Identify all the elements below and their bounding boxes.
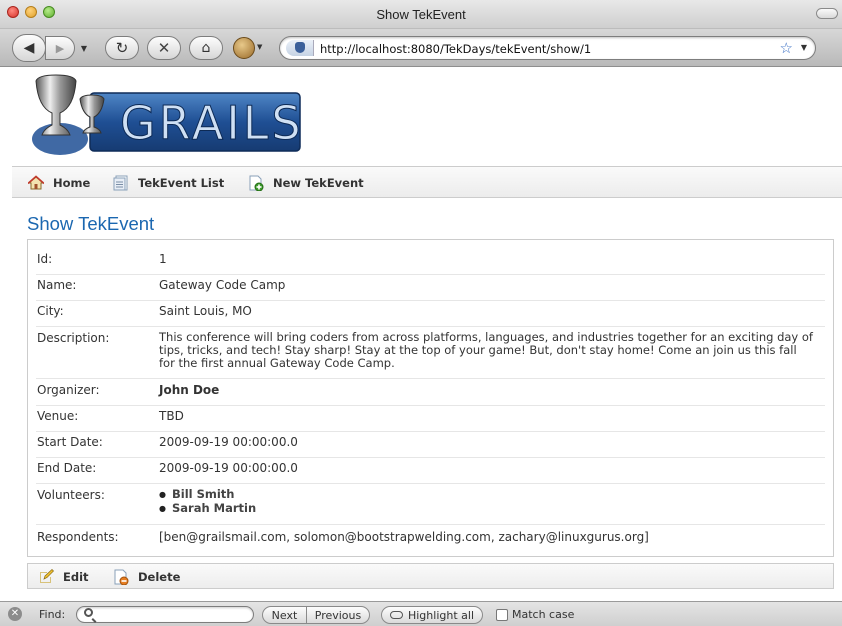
- home-button[interactable]: ⌂: [189, 36, 223, 60]
- find-label: Find:: [39, 608, 66, 621]
- organizer-link[interactable]: John Doe: [159, 383, 219, 397]
- history-dropdown[interactable]: ▼: [76, 41, 92, 55]
- find-input[interactable]: [76, 606, 254, 623]
- field-label: Name:: [37, 278, 77, 292]
- field-value: Gateway Code Camp: [159, 278, 286, 292]
- field-value: TBD: [159, 409, 184, 423]
- nav-home-link[interactable]: Home: [27, 175, 91, 191]
- highlight-all-label: Highlight all: [407, 608, 474, 622]
- list-icon: [113, 175, 129, 191]
- app-nav: Home TekEvent List New TekEvent: [12, 166, 842, 198]
- home-icon: ⌂: [201, 40, 211, 56]
- window-titlebar: Show TekEvent: [0, 0, 842, 29]
- field-label: Description:: [37, 331, 110, 345]
- nav-home-label: Home: [53, 176, 91, 190]
- find-previous-button[interactable]: Previous: [306, 606, 370, 624]
- nav-new-tekevent-link[interactable]: New TekEvent: [248, 175, 364, 192]
- edit-label: Edit: [63, 570, 89, 584]
- stop-icon: ✕: [157, 39, 171, 57]
- field-row-venue: Venue: TBD: [36, 409, 825, 432]
- field-value: [ben@grailsmail.com, solomon@bootstrapwe…: [159, 530, 649, 544]
- window-title: Show TekEvent: [376, 7, 466, 22]
- toolbar-toggle-button[interactable]: [816, 8, 838, 19]
- home-icon: [27, 175, 45, 191]
- volunteer-link[interactable]: Sarah Martin: [159, 502, 256, 516]
- svg-text:GRAILS: GRAILS: [120, 96, 302, 150]
- delete-button[interactable]: Delete: [113, 569, 181, 586]
- back-button[interactable]: ◀: [12, 34, 46, 62]
- field-value: 2009-09-19 00:00:00.0: [159, 435, 298, 449]
- stop-button[interactable]: ✕: [147, 36, 181, 60]
- field-value: 2009-09-19 00:00:00.0: [159, 461, 298, 475]
- chevron-down-icon[interactable]: ▼: [801, 43, 807, 52]
- field-label: End Date:: [37, 461, 97, 475]
- find-next-button[interactable]: Next: [262, 606, 307, 624]
- nav-tekevent-list-link[interactable]: TekEvent List: [113, 175, 224, 191]
- page-title: Show TekEvent: [27, 213, 155, 234]
- search-icon: [84, 608, 93, 617]
- field-row-organizer: Organizer: John Doe: [36, 383, 825, 406]
- new-document-icon: [248, 175, 264, 192]
- field-label: Respondents:: [37, 530, 119, 544]
- field-row-respondents: Respondents: [ben@grailsmail.com, solomo…: [36, 530, 825, 550]
- field-value: This conference will bring coders from a…: [159, 330, 813, 370]
- field-row-end-date: End Date: 2009-09-19 00:00:00.0: [36, 461, 825, 484]
- highlight-all-button[interactable]: Highlight all: [381, 606, 483, 624]
- page-content: GRAILS Home TekEvent List New TekEvent S…: [0, 68, 842, 600]
- chevron-down-icon[interactable]: ▼: [257, 43, 262, 51]
- forward-button[interactable]: ▶: [45, 36, 75, 60]
- match-case-label: Match case: [512, 608, 575, 621]
- bookmark-star-icon[interactable]: ☆: [780, 39, 793, 57]
- plugin-button[interactable]: [233, 37, 255, 59]
- back-icon: ◀: [23, 40, 35, 56]
- grails-logo: GRAILS: [32, 74, 302, 155]
- field-label: Venue:: [37, 409, 79, 423]
- field-label: Organizer:: [37, 383, 100, 397]
- volunteer-list: Bill Smith Sarah Martin: [159, 488, 256, 516]
- field-label: Id:: [37, 252, 53, 266]
- detail-panel: Id: 1 Name: Gateway Code Camp City: Sain…: [27, 239, 834, 557]
- field-value: Saint Louis, MO: [159, 304, 252, 318]
- chevron-down-icon: ▼: [80, 43, 88, 53]
- find-close-icon[interactable]: ✕: [8, 607, 22, 621]
- field-row-id: Id: 1: [36, 252, 825, 275]
- forward-icon: ▶: [55, 41, 65, 55]
- field-label: City:: [37, 304, 64, 318]
- field-row-city: City: Saint Louis, MO: [36, 304, 825, 327]
- field-label: Start Date:: [37, 435, 103, 449]
- url-text[interactable]: http://localhost:8080/TekDays/tekEvent/s…: [320, 42, 591, 56]
- field-row-description: Description: This conference will bring …: [36, 331, 825, 379]
- field-row-start-date: Start Date: 2009-09-19 00:00:00.0: [36, 435, 825, 458]
- reload-icon: ↻: [115, 39, 129, 57]
- pencil-icon: [38, 569, 54, 585]
- delete-document-icon: [113, 569, 129, 586]
- reload-button[interactable]: ↻: [105, 36, 139, 60]
- browser-toolbar: ◀ ▶ ▼ ↻ ✕ ⌂ ▼ http://localhost:8080/TekD…: [0, 29, 842, 67]
- match-case-checkbox[interactable]: [496, 609, 508, 621]
- field-value: 1: [159, 252, 167, 266]
- field-row-name: Name: Gateway Code Camp: [36, 278, 825, 301]
- volunteer-link[interactable]: Bill Smith: [159, 488, 256, 502]
- site-identity-icon[interactable]: [286, 40, 314, 56]
- find-bar: ✕ Find: Next Previous Highlight all Matc…: [0, 601, 842, 626]
- address-bar[interactable]: http://localhost:8080/TekDays/tekEvent/s…: [279, 36, 816, 60]
- field-row-volunteers: Volunteers: Bill Smith Sarah Martin: [36, 488, 825, 525]
- field-label: Volunteers:: [37, 488, 105, 502]
- edit-button[interactable]: Edit: [38, 569, 89, 585]
- delete-label: Delete: [138, 570, 181, 584]
- action-buttons-bar: Edit Delete: [27, 563, 834, 589]
- nav-tekevent-list-label: TekEvent List: [138, 176, 225, 190]
- highlight-icon: [389, 611, 403, 619]
- nav-new-tekevent-label: New TekEvent: [273, 176, 364, 190]
